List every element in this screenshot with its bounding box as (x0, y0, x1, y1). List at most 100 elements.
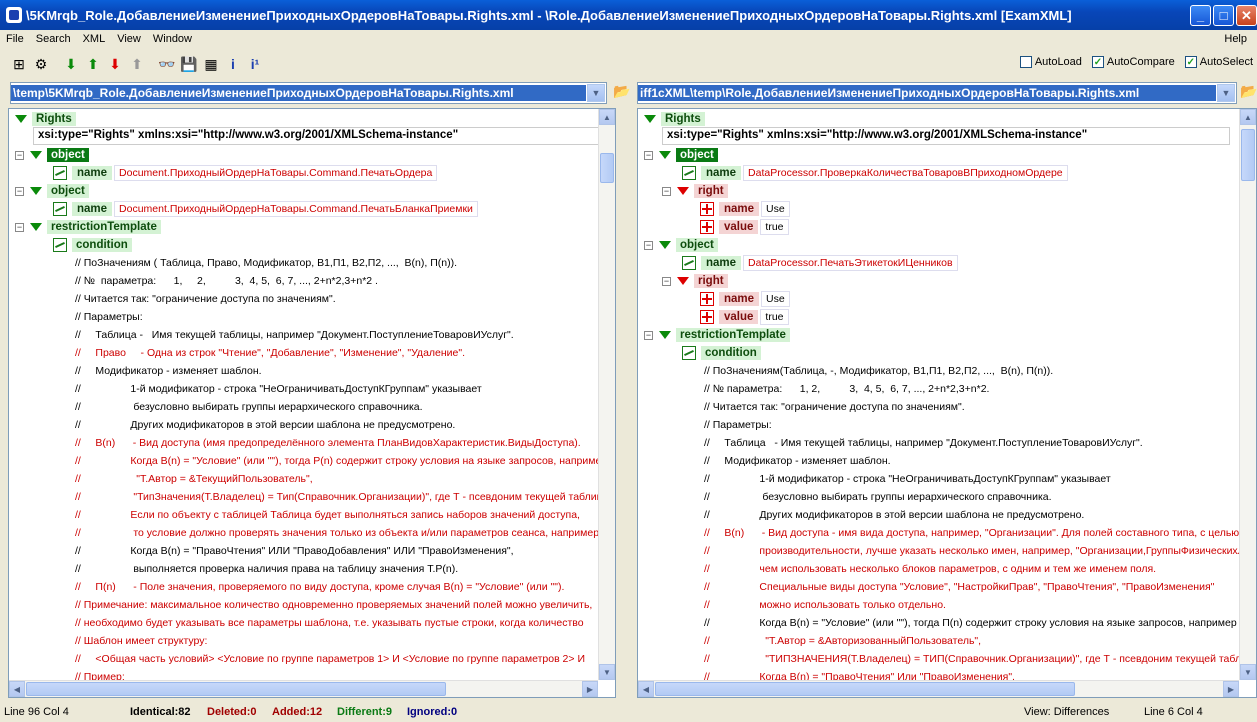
collapse-icon[interactable]: − (15, 150, 24, 160)
scroll-thumb[interactable] (655, 682, 1075, 696)
chevron-down-icon[interactable]: ▼ (587, 84, 605, 102)
left-vertical-scrollbar[interactable]: ▲ ▼ (598, 109, 615, 680)
info-icon[interactable]: i (222, 53, 244, 75)
attr-name-row[interactable]: name DataProcessor.ПроверкаКоличестваТов… (682, 164, 1068, 182)
right-cursor-position: Line 6 Col 4 (1144, 706, 1203, 718)
right-horizontal-scrollbar[interactable]: ◀ ▶ (638, 680, 1239, 697)
expanded-icon[interactable] (30, 223, 42, 231)
expanded-icon[interactable] (15, 115, 27, 123)
binoculars-icon[interactable]: 👓 (156, 53, 178, 75)
autoload-option[interactable]: AutoLoad (1019, 56, 1082, 68)
menu-view[interactable]: View (111, 33, 147, 45)
scroll-left-icon[interactable]: ◀ (9, 681, 25, 697)
tree-node-right[interactable]: − right (662, 182, 728, 200)
scroll-down-icon[interactable]: ▼ (599, 664, 615, 680)
scroll-up-icon[interactable]: ▲ (599, 109, 615, 125)
previous-change-icon[interactable]: ⬆ (126, 53, 148, 75)
tree-node-restriction-template[interactable]: − restrictionTemplate (644, 326, 790, 344)
tree-node-object[interactable]: − object (644, 146, 718, 164)
view-mode: View: Differences (1024, 706, 1110, 718)
tree-node-rights[interactable]: Rights (15, 110, 76, 128)
tree-node-object[interactable]: − object (15, 182, 89, 200)
scroll-right-icon[interactable]: ▶ (1223, 681, 1239, 697)
expanded-icon[interactable] (677, 187, 689, 195)
menu-xml[interactable]: XML (77, 33, 112, 45)
tree-node-object[interactable]: − object (15, 146, 89, 164)
scroll-down-icon[interactable]: ▼ (1240, 664, 1256, 680)
collapse-icon[interactable]: − (15, 222, 24, 232)
condition-text-line: // Когда В(n) = "Условие" (или ""), тогд… (704, 617, 1237, 629)
identical-count: Identical:82 (130, 706, 191, 718)
expanded-icon[interactable] (30, 187, 42, 195)
attr-name-row[interactable]: name Use (700, 200, 790, 218)
expanded-icon[interactable] (30, 151, 42, 159)
chevron-down-icon[interactable]: ▼ (1217, 84, 1235, 102)
scroll-thumb[interactable] (26, 682, 446, 696)
expanded-icon[interactable] (659, 241, 671, 249)
options-icon[interactable]: ⚙ (30, 53, 52, 75)
collapse-icon[interactable]: − (662, 186, 671, 196)
condition-text-line: // безусловно выбирать группы иерархичес… (75, 401, 423, 413)
scroll-thumb[interactable] (600, 153, 614, 183)
right-tree-pane[interactable]: Rights xsi:type="Rights" xmlns:xsi="http… (637, 108, 1257, 698)
save-icon[interactable]: 💾 (178, 53, 200, 75)
collapse-icon[interactable]: − (644, 150, 653, 160)
menu-help[interactable]: Help (1218, 33, 1253, 45)
scroll-up-icon[interactable]: ▲ (1240, 109, 1256, 125)
attr-name-row[interactable]: name Document.ПриходныйОрдерНаТовары.Com… (53, 200, 478, 218)
ignored-count: Ignored:0 (407, 706, 458, 718)
autoload-checkbox[interactable] (1019, 56, 1032, 68)
expanded-icon[interactable] (677, 277, 689, 285)
previous-difference-icon[interactable]: ⬆ (82, 53, 104, 75)
scroll-left-icon[interactable]: ◀ (638, 681, 654, 697)
grid-icon[interactable]: ▦ (200, 53, 222, 75)
collapse-icon[interactable]: − (662, 276, 671, 286)
left-path-combobox[interactable]: \temp\5KMrqb_Role.ДобавлениеИзменениеПри… (10, 82, 607, 104)
attr-name-row[interactable]: name Document.ПриходныйОрдерНаТовары.Com… (53, 164, 438, 182)
compare-tree-icon[interactable]: ⊞ (8, 53, 30, 75)
attr-name-row[interactable]: name DataProcessor.ПечатьЭтикетокИЦенник… (682, 254, 958, 272)
minimize-button[interactable]: _ (1190, 5, 1211, 26)
tree-node-restriction-template[interactable]: − restrictionTemplate (15, 218, 161, 236)
info-1-icon[interactable]: i¹ (244, 53, 266, 75)
condition-text-line: // "Т.Автор = &АвторизованныйПользовател… (704, 635, 982, 647)
tree-node-right[interactable]: − right (662, 272, 728, 290)
menu-window[interactable]: Window (147, 33, 198, 45)
autoselect-checkbox[interactable]: ✓ (1184, 56, 1197, 68)
attr-name-row[interactable]: name Use (700, 290, 790, 308)
collapse-icon[interactable]: − (644, 240, 653, 250)
left-horizontal-scrollbar[interactable]: ◀ ▶ (9, 680, 598, 697)
next-change-icon[interactable]: ⬇ (104, 53, 126, 75)
menu-search[interactable]: Search (30, 33, 77, 45)
close-button[interactable]: ✕ (1236, 5, 1257, 26)
tree-node-condition[interactable]: condition (53, 236, 132, 254)
autoselect-option[interactable]: ✓ AutoSelect (1184, 56, 1253, 68)
expanded-icon[interactable] (644, 115, 656, 123)
autocompare-option[interactable]: ✓ AutoCompare (1091, 56, 1175, 68)
tree-node-condition[interactable]: condition (682, 344, 761, 362)
attr-value-row[interactable]: value true (700, 218, 789, 236)
condition-text-line: // Таблица - Имя текущей таблицы, наприм… (704, 437, 1143, 449)
collapse-icon[interactable]: − (15, 186, 24, 196)
expanded-icon[interactable] (659, 331, 671, 339)
scroll-right-icon[interactable]: ▶ (582, 681, 598, 697)
autocompare-checkbox[interactable]: ✓ (1091, 56, 1104, 68)
right-path-text: iff1cXML\temp\Role.ДобавлениеИзменениеПр… (638, 85, 1216, 101)
attr-value-row[interactable]: value true (700, 308, 789, 326)
next-difference-icon[interactable]: ⬇ (60, 53, 82, 75)
maximize-button[interactable]: □ (1213, 5, 1234, 26)
menu-file[interactable]: File (0, 33, 30, 45)
left-open-folder-icon[interactable]: 📂 (613, 83, 631, 101)
collapse-icon[interactable]: − (644, 330, 653, 340)
tree-node-object[interactable]: − object (644, 236, 718, 254)
scroll-thumb[interactable] (1241, 129, 1255, 181)
condition-text-line: // Параметры: (704, 419, 772, 431)
condition-text-line: // безусловно выбирать группы иерархичес… (704, 491, 1052, 503)
right-open-folder-icon[interactable]: 📂 (1240, 83, 1257, 101)
right-vertical-scrollbar[interactable]: ▲ ▼ (1239, 109, 1256, 680)
right-path-combobox[interactable]: iff1cXML\temp\Role.ДобавлениеИзменениеПр… (637, 82, 1237, 104)
left-tree-pane[interactable]: Rights xsi:type="Rights" xmlns:xsi="http… (8, 108, 616, 698)
expanded-icon[interactable] (659, 151, 671, 159)
tree-node-rights[interactable]: Rights (644, 110, 705, 128)
condition-text-line: // Примечание: максимальное количество о… (75, 599, 593, 611)
